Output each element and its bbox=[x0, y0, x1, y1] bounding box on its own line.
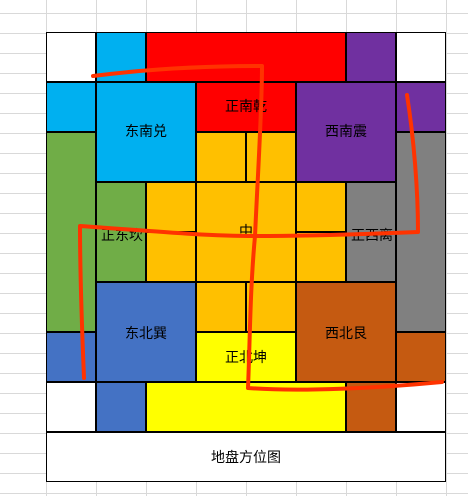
cell-r0c7 bbox=[396, 32, 446, 82]
label-center: 中 bbox=[239, 224, 253, 240]
cell-r4c2 bbox=[146, 232, 196, 282]
cell-r3c2 bbox=[146, 182, 196, 232]
cell-r5c4 bbox=[246, 282, 296, 332]
label-southeast: 东南兑 bbox=[125, 124, 167, 140]
cell-r1c0 bbox=[46, 82, 96, 132]
cell-r2c3 bbox=[196, 132, 246, 182]
cell-r7c6 bbox=[346, 382, 396, 432]
cell-r0c1 bbox=[96, 32, 146, 82]
label-northwest: 西北艮 bbox=[325, 326, 367, 342]
cell-r1c7 bbox=[396, 82, 446, 132]
cell-r3c5 bbox=[296, 182, 346, 232]
cell-r4c5 bbox=[296, 232, 346, 282]
cell-r7c0 bbox=[46, 382, 96, 432]
cell-r7-yellow bbox=[146, 382, 346, 432]
label-south: 正南乾 bbox=[225, 99, 267, 115]
cell-r2c4 bbox=[246, 132, 296, 182]
label-north: 正北坤 bbox=[225, 350, 267, 366]
cell-r0-red bbox=[146, 32, 346, 82]
label-northeast: 东北巽 bbox=[125, 326, 167, 342]
cell-r6c0 bbox=[46, 332, 96, 382]
board: 东南兑 正南乾 西南震 正东坎 中 正西离 东北巽 正北坤 西北艮 地盘方位图 bbox=[46, 32, 446, 482]
caption-box: 地盘方位图 bbox=[46, 432, 446, 482]
cell-r6c7 bbox=[396, 332, 446, 382]
cell-r7c7 bbox=[396, 382, 446, 432]
label-west: 正西离 bbox=[351, 228, 393, 244]
cell-left-green bbox=[46, 132, 96, 332]
label-east: 正东坎 bbox=[101, 228, 143, 244]
cell-r7c1 bbox=[96, 382, 146, 432]
cell-r0c0 bbox=[46, 32, 96, 82]
cell-r0c6 bbox=[346, 32, 396, 82]
cell-right-gray bbox=[396, 132, 446, 332]
label-southwest: 西南震 bbox=[325, 124, 367, 140]
cell-r5c3 bbox=[196, 282, 246, 332]
caption-text: 地盘方位图 bbox=[211, 450, 281, 466]
